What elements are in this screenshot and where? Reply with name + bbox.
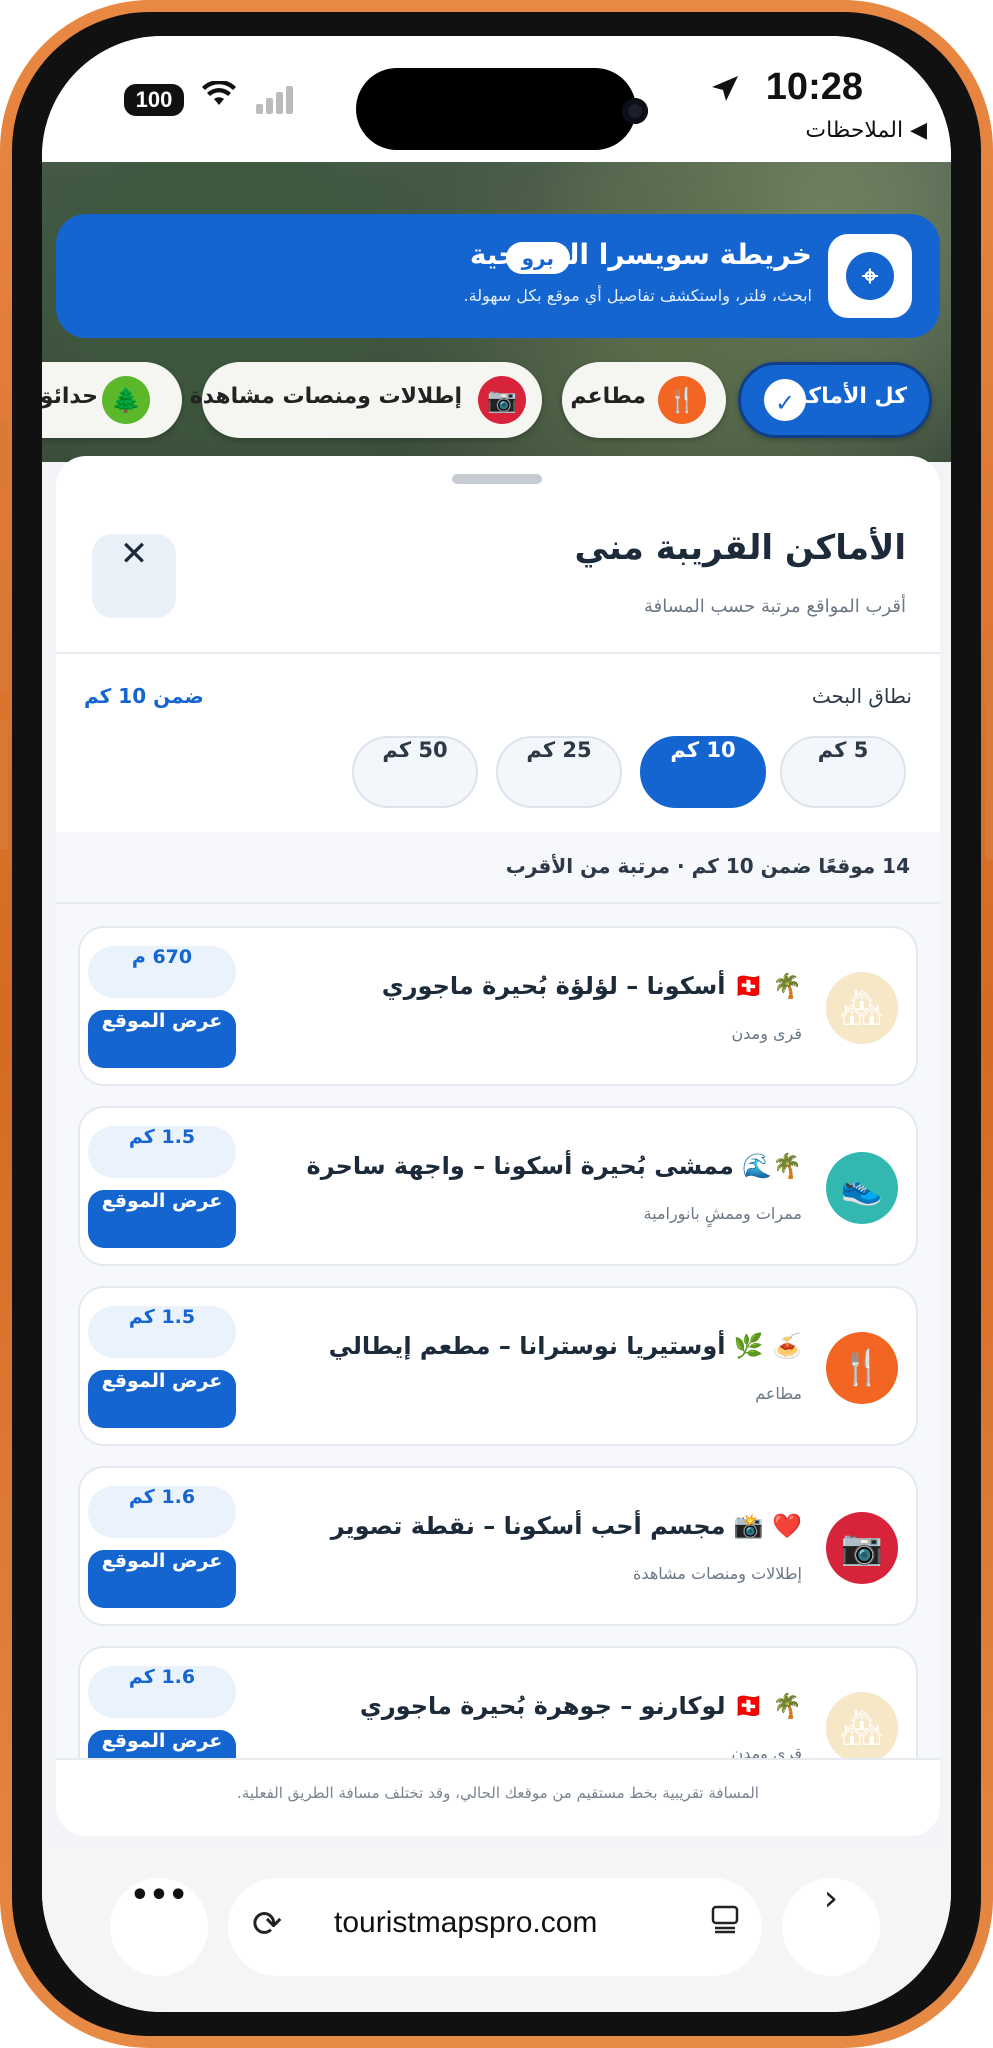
divider: [56, 652, 940, 654]
close-icon: ✕: [119, 534, 149, 574]
distance-footnote: المسافة تقريبية بخط مستقيم من موقعك الحا…: [237, 1784, 759, 1802]
logo-pin-icon: ⌖: [846, 252, 894, 300]
reader-mode-icon[interactable]: [710, 1904, 740, 1942]
wifi-icon: [202, 79, 236, 115]
range-current-value: ضمن 10 كم: [84, 684, 204, 708]
village-icon: 🏘: [826, 1692, 898, 1764]
power-button: [985, 640, 993, 860]
place-category: قرى ومدن: [731, 1024, 802, 1043]
close-button[interactable]: ✕: [92, 534, 176, 618]
range-50km-button[interactable]: 50 كم: [352, 736, 478, 808]
place-card[interactable]: 🏘 🌴 🇨🇭 أسكونا – لؤلؤة بُحيرة ماجوري قرى …: [78, 926, 918, 1086]
dynamic-island: [356, 68, 636, 150]
address-bar[interactable]: ⟳ touristmapspro.com: [228, 1878, 762, 1976]
distance-badge: 1.6 كم: [88, 1486, 236, 1538]
fork-knife-icon: 🍴: [826, 1332, 898, 1404]
location-arrow-icon: [710, 74, 740, 112]
hiking-boot-icon: 👟: [826, 1152, 898, 1224]
range-5km-button[interactable]: 5 كم: [780, 736, 906, 808]
nearby-places-sheet: الأماكن القريبة مني أقرب المواقع مرتبة ح…: [56, 456, 940, 1836]
reload-icon[interactable]: ⟳: [252, 1904, 282, 1945]
place-title: 🌴 🇨🇭 لوكارنو – جوهرة بُحيرة ماجوري: [359, 1692, 802, 1720]
place-card[interactable]: 🍴 🍝 🌿 أوستيريا نوسترانا – مطعم إيطالي مط…: [78, 1286, 918, 1446]
range-25km-button[interactable]: 25 كم: [496, 736, 622, 808]
app-logo: ⌖: [828, 234, 912, 318]
front-camera: [622, 98, 648, 124]
sheet-subtitle: أقرب المواقع مرتبة حسب المسافة: [644, 596, 906, 617]
place-category: إطلالات ومنصات مشاهدة: [633, 1564, 802, 1583]
status-bar: 100 10:28 ◀ الملاحظات: [42, 36, 951, 162]
camera-icon: 📷: [478, 376, 526, 424]
volume-down-button: [0, 720, 8, 850]
volume-up-button: [0, 560, 8, 690]
action-button: [0, 420, 8, 490]
app-banner: ⌖ خريطة سويسرا السياحية برو ابحث، فلتر، …: [56, 214, 940, 338]
range-label: نطاق البحث: [811, 684, 912, 708]
chip-parks[interactable]: 🌲 حدائق: [42, 362, 182, 438]
place-title: ❤️ 📸 مجسم أحب أسكونا – نقطة تصوير: [330, 1512, 802, 1540]
view-location-button[interactable]: عرض الموقع: [88, 1190, 236, 1248]
fork-knife-icon: 🍴: [658, 376, 706, 424]
cellular-signal-icon: [256, 86, 296, 114]
sheet-drag-handle[interactable]: [452, 474, 542, 484]
battery-indicator: 100: [124, 84, 184, 116]
app-tagline: ابحث، فلتر، واستكشف تفاصيل أي موقع بكل س…: [463, 286, 812, 305]
place-card[interactable]: 👟 🌴🌊 ممشى بُحيرة أسكونا – واجهة ساحرة مم…: [78, 1106, 918, 1266]
clock: 10:28: [765, 66, 863, 108]
camera-icon: 📷: [826, 1512, 898, 1584]
sheet-title: الأماكن القريبة مني: [574, 528, 906, 568]
place-category: ممرات وممشٍ بانورامية: [643, 1204, 802, 1223]
place-title: 🌴🌊 ممشى بُحيرة أسكونا – واجهة ساحرة: [306, 1152, 802, 1180]
chip-viewpoints[interactable]: 📷 إطلالات ومنصات مشاهدة: [190, 362, 542, 438]
place-title: 🌴 🇨🇭 أسكونا – لؤلؤة بُحيرة ماجوري: [381, 972, 802, 1000]
chip-restaurants[interactable]: 🍴 مطاعم: [562, 362, 726, 438]
view-location-button[interactable]: عرض الموقع: [88, 1550, 236, 1608]
view-location-button[interactable]: عرض الموقع: [88, 1010, 236, 1068]
distance-badge: 670 م: [88, 946, 236, 998]
pro-badge: برو: [505, 242, 570, 274]
results-summary: 14 موقعًا ضمن 10 كم · مرتبة من الأقرب: [505, 854, 910, 878]
place-title: 🍝 🌿 أوستيريا نوسترانا – مطعم إيطالي: [328, 1332, 802, 1360]
distance-badge: 1.6 كم: [88, 1666, 236, 1718]
view-location-button[interactable]: عرض الموقع: [88, 1370, 236, 1428]
chip-all-places[interactable]: ✓ كل الأماكن: [738, 362, 932, 438]
more-options-button[interactable]: •••: [110, 1878, 208, 1976]
back-to-app-link[interactable]: ◀ الملاحظات: [805, 118, 927, 143]
url-text: touristmapspro.com: [334, 1906, 598, 1939]
distance-badge: 1.5 كم: [88, 1126, 236, 1178]
village-icon: 🏘: [826, 972, 898, 1044]
tree-icon: 🌲: [102, 376, 150, 424]
forward-button[interactable]: ›: [782, 1878, 880, 1976]
place-card[interactable]: 📷 ❤️ 📸 مجسم أحب أسكونا – نقطة تصوير إطلا…: [78, 1466, 918, 1626]
screen: 100 10:28 ◀ الملاحظات ⌖ خريطة سويسرا الس…: [42, 36, 951, 2012]
distance-badge: 1.5 كم: [88, 1306, 236, 1358]
range-10km-button[interactable]: 10 كم: [640, 736, 766, 808]
place-category: مطاعم: [755, 1384, 802, 1403]
